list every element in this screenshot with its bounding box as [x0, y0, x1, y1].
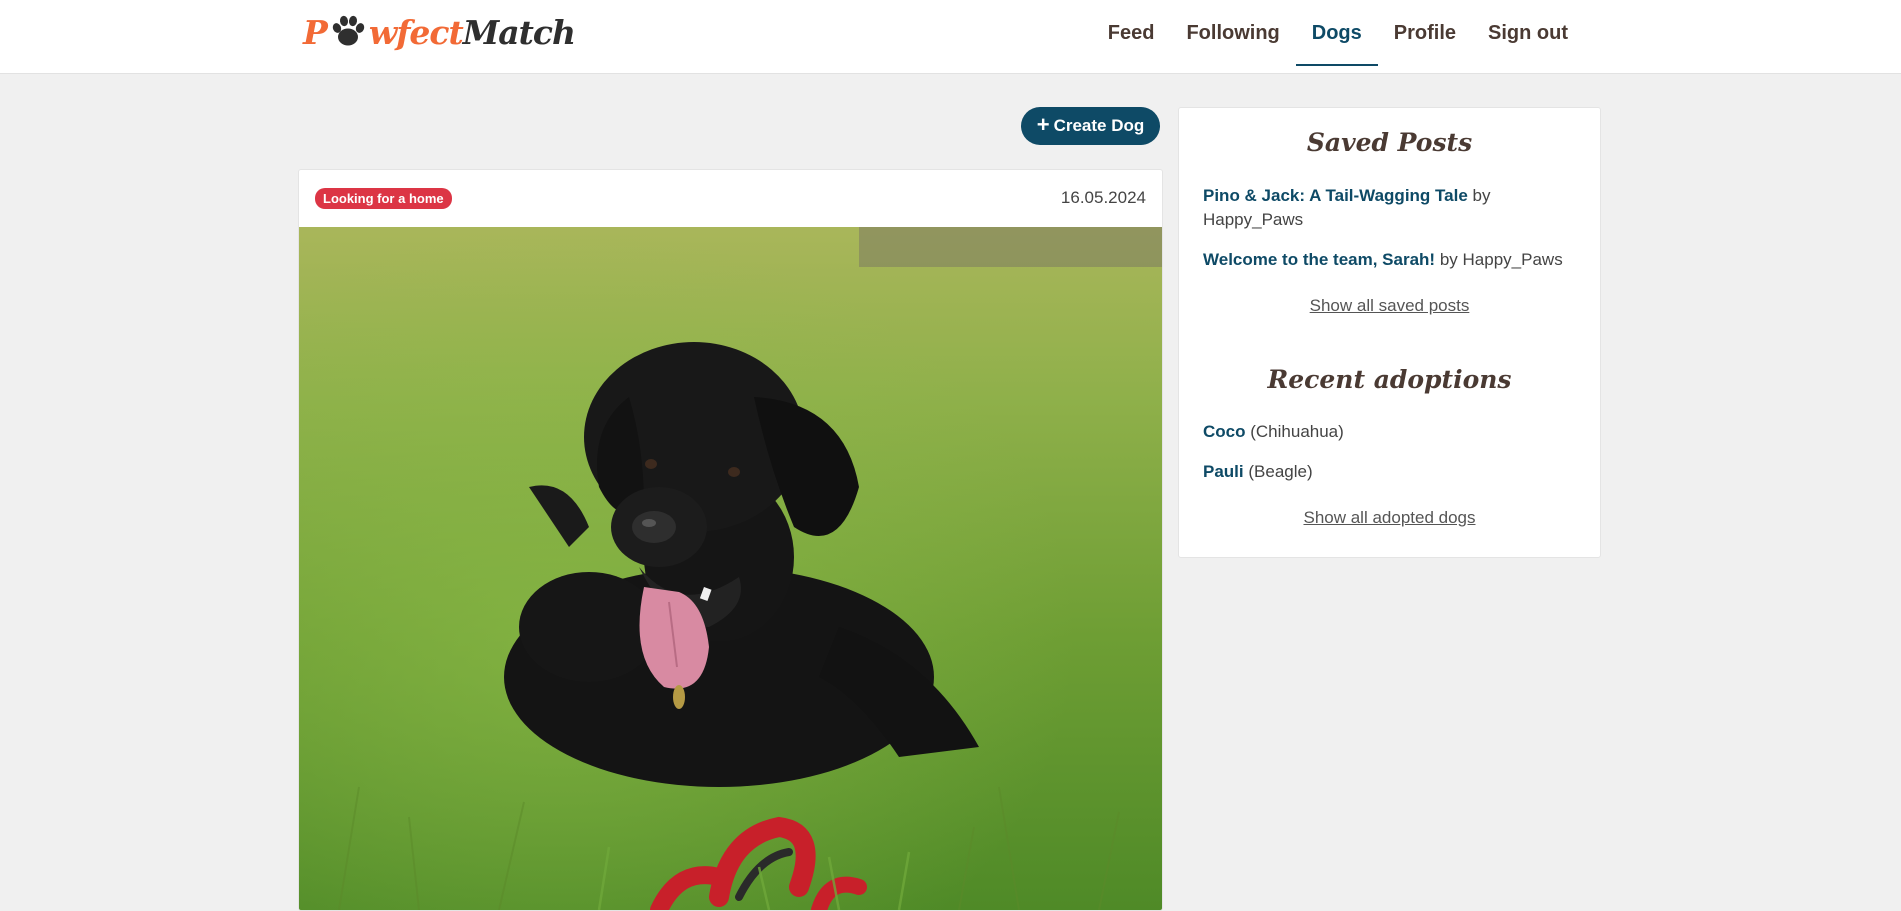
top-navbar: P wfect Match Feed Following Dogs Profil… — [0, 0, 1901, 74]
adoption-dog-link[interactable]: Coco — [1203, 422, 1246, 441]
show-all-adopted-link[interactable]: Show all adopted dogs — [1179, 508, 1600, 528]
saved-post-by: by — [1472, 186, 1491, 205]
saved-post-item: Pino & Jack: A Tail-Wagging Tale by Happ… — [1203, 184, 1580, 232]
adoption-item: Pauli (Beagle) — [1203, 460, 1580, 484]
saved-post-author: Happy_Paws — [1462, 250, 1563, 269]
create-dog-button[interactable]: + Create Dog — [1021, 107, 1160, 145]
logo-text-wfect: wfect — [368, 12, 464, 52]
saved-posts-heading: Saved Posts — [1306, 128, 1473, 157]
dog-photo[interactable] — [299, 227, 1162, 910]
saved-post-by: by — [1439, 250, 1458, 269]
status-badge: Looking for a home — [315, 187, 452, 209]
adoption-breed: (Chihuahua) — [1250, 422, 1344, 441]
logo-text-match: Match — [462, 12, 576, 52]
recent-adoptions-heading: Recent adoptions — [1267, 365, 1512, 394]
logo-text-p: P — [303, 12, 328, 52]
plus-icon: + — [1036, 112, 1050, 137]
paw-icon — [328, 12, 368, 52]
post-header: Looking for a home 16.05.2024 — [299, 170, 1162, 226]
saved-post-item: Welcome to the team, Sarah! by Happy_Paw… — [1203, 248, 1580, 272]
saved-post-link[interactable]: Pino & Jack: A Tail-Wagging Tale — [1203, 186, 1468, 205]
nav-feed[interactable]: Feed — [1092, 0, 1171, 66]
post-date: 16.05.2024 — [1060, 188, 1146, 207]
adoption-breed: (Beagle) — [1248, 462, 1313, 481]
show-all-saved-link[interactable]: Show all saved posts — [1179, 296, 1600, 316]
nav-profile[interactable]: Profile — [1378, 0, 1472, 66]
nav-dogs[interactable]: Dogs — [1295, 0, 1378, 66]
dog-post-card[interactable]: Looking for a home 16.05.2024 — [298, 169, 1163, 911]
nav-following[interactable]: Following — [1170, 0, 1295, 66]
nav-sign-out[interactable]: Sign out — [1472, 0, 1584, 66]
saved-post-author: Happy_Paws — [1203, 210, 1304, 229]
create-dog-label: Create Dog — [1053, 116, 1145, 135]
adoption-item: Coco (Chihuahua) — [1203, 420, 1580, 444]
main-nav: Feed Following Dogs Profile Sign out — [1092, 0, 1584, 66]
sidebar-panel: Saved Posts Pino & Jack: A Tail-Wagging … — [1178, 107, 1601, 558]
logo[interactable]: P wfect Match — [303, 10, 576, 54]
saved-post-link[interactable]: Welcome to the team, Sarah! — [1203, 250, 1435, 269]
adoption-dog-link[interactable]: Pauli — [1203, 462, 1244, 481]
